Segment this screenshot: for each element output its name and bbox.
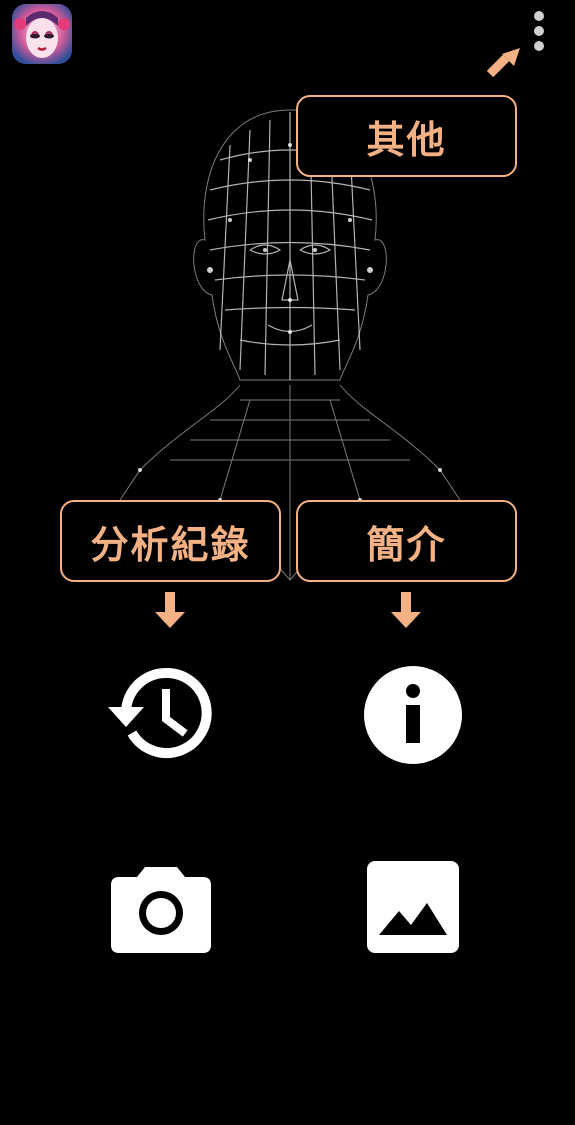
menu-dot (534, 11, 544, 21)
camera-button[interactable] (106, 852, 216, 962)
history-icon (108, 667, 212, 758)
app-icon (12, 4, 72, 64)
camera-icon (111, 867, 211, 953)
callout-intro-label: 簡介 (366, 522, 447, 567)
menu-dot (534, 41, 544, 51)
more-options-button[interactable] (524, 8, 554, 54)
callout-other: 其他 (296, 95, 517, 177)
gallery-button[interactable] (358, 852, 468, 962)
arrow-up-right-icon (486, 48, 520, 78)
info-icon (364, 666, 462, 764)
image-icon (367, 861, 459, 953)
history-button[interactable] (106, 660, 216, 770)
callout-intro: 簡介 (296, 500, 517, 582)
menu-dot (534, 26, 544, 36)
callout-history: 分析紀錄 (60, 500, 281, 582)
arrow-down-icon (155, 592, 185, 628)
info-button[interactable] (358, 660, 468, 770)
callout-history-label: 分析紀錄 (90, 522, 251, 567)
callout-other-label: 其他 (366, 117, 447, 162)
arrow-down-icon (391, 592, 421, 628)
